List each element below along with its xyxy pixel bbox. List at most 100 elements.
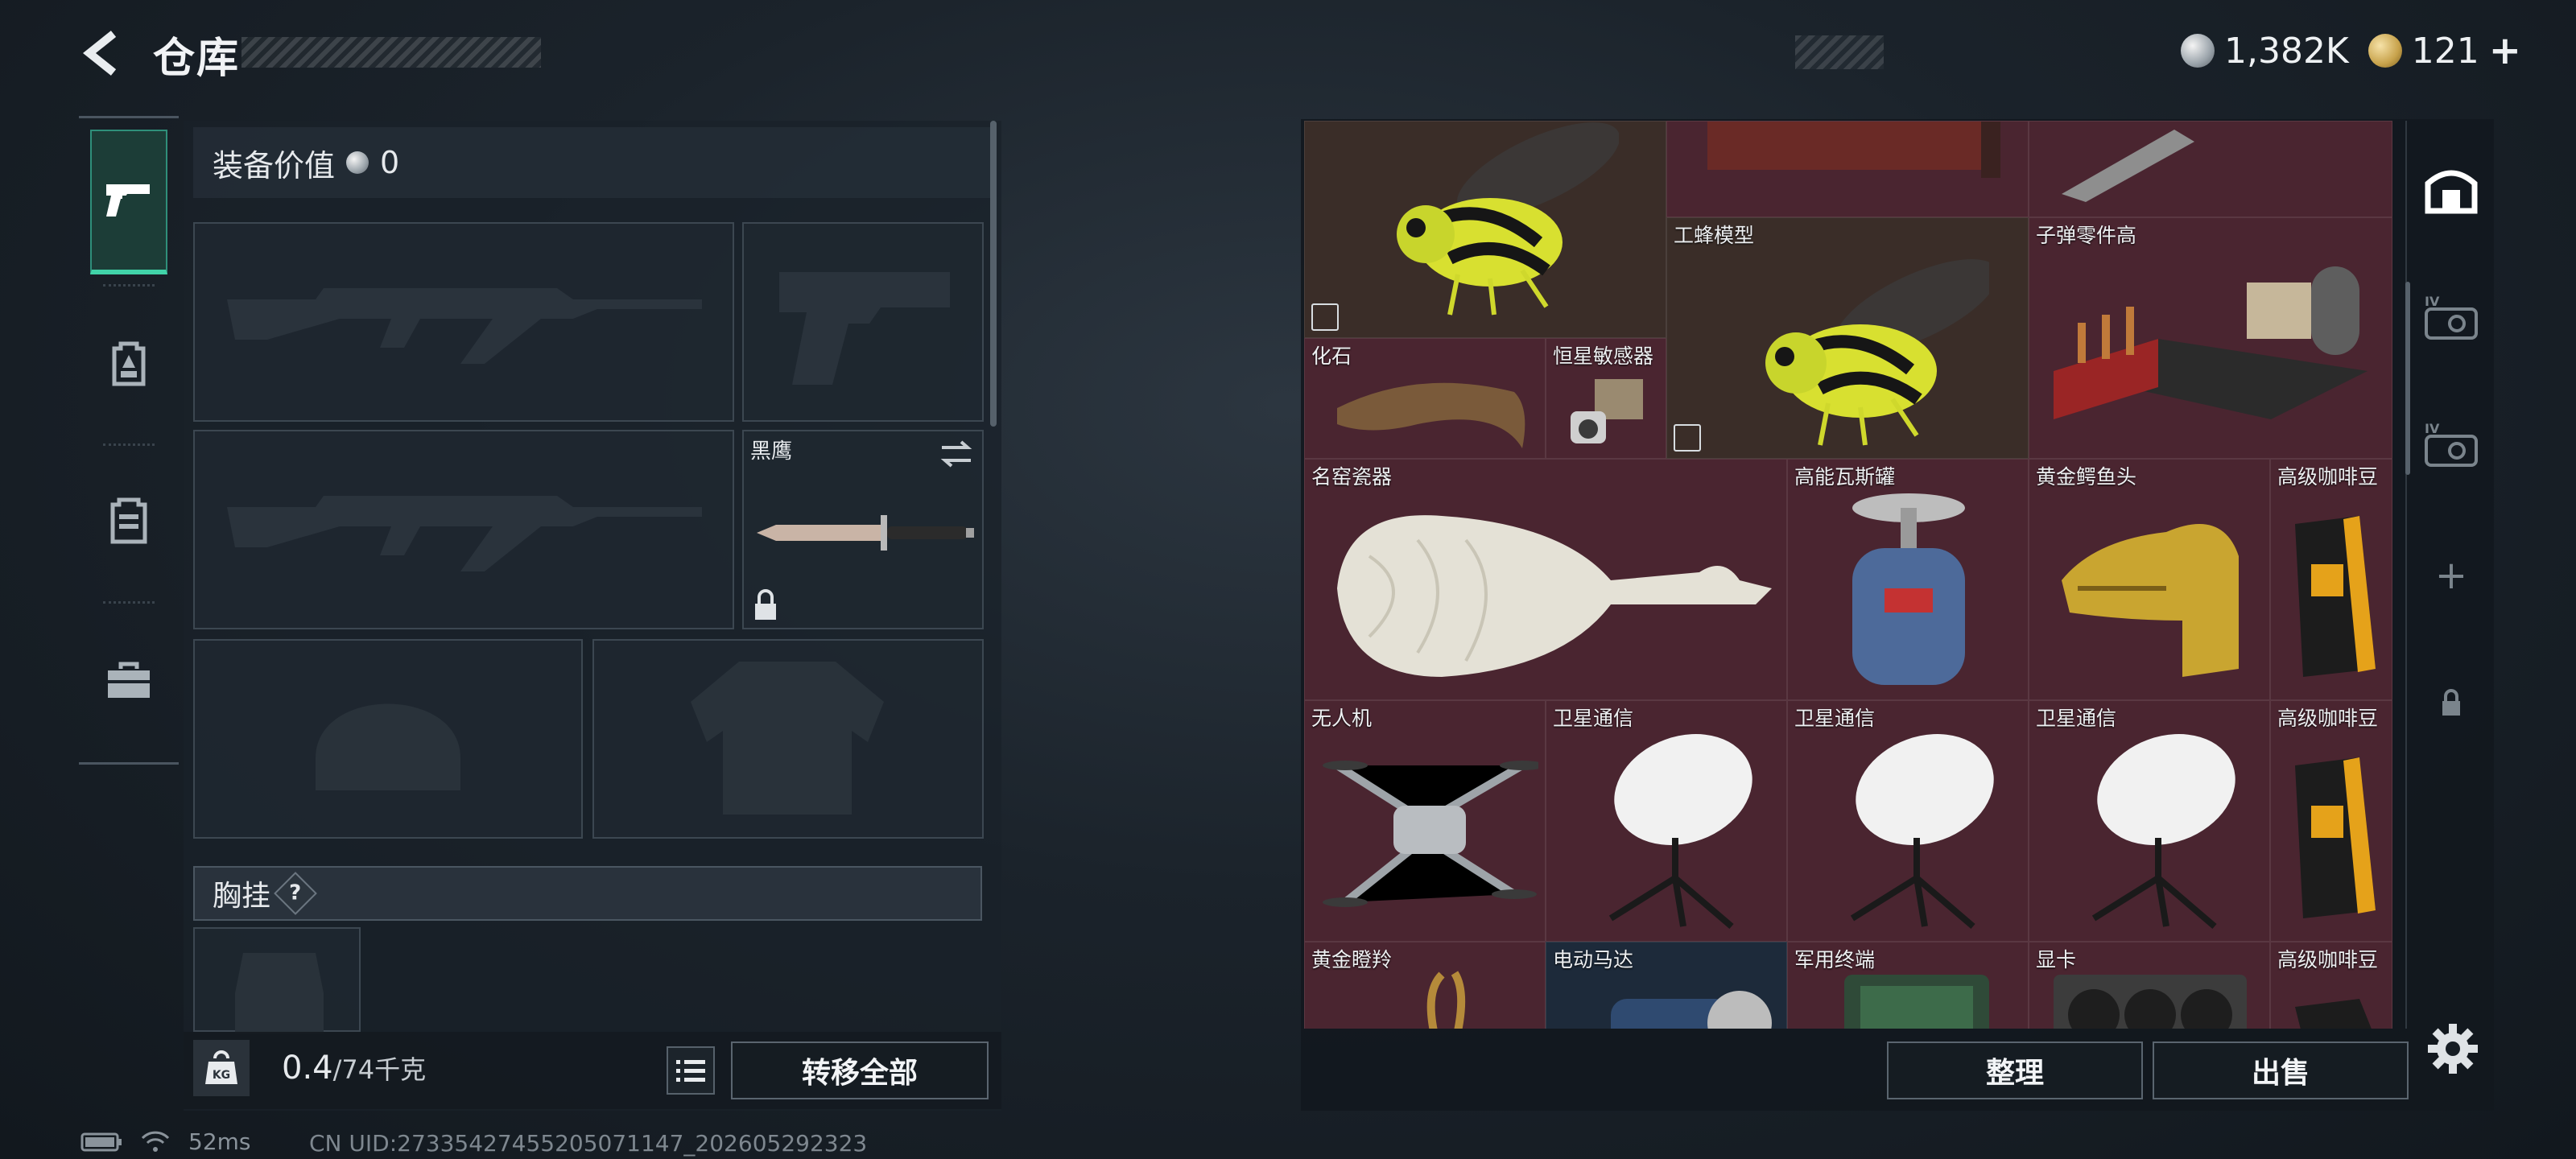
side-tab-case-2[interactable]: IV [2407,385,2496,505]
side-tab-add[interactable]: + [2407,515,2496,636]
rail-tab-toolbox[interactable] [90,608,167,753]
pistol-silhouette-icon [779,272,950,385]
list-view-button[interactable] [667,1046,715,1095]
discard-tag-icon [1674,424,1701,452]
melee-item-name: 黑鹰 [750,439,793,464]
storage-item-military-terminal[interactable]: 军用终端 [1787,942,2029,1029]
vest-icon [110,497,147,544]
item-label: 化石 [1311,344,1352,368]
safe-icon [2425,170,2478,214]
weight-max: /74千克 [332,1054,427,1085]
storage-item-gold-croc-head[interactable]: 黄金鳄鱼头 [2029,459,2270,700]
storage-item-gas-canister[interactable]: 高能瓦斯罐 [1787,459,2029,700]
armor-slot[interactable] [592,639,984,839]
rail-tab-backpack[interactable] [90,291,167,435]
gold-amount: 121 [2411,30,2479,72]
weight-readout: 0.4/74千克 [282,1050,426,1087]
pistol-icon [106,184,150,217]
currency-bar: 1,382K 121 + [2180,27,2521,74]
pistol-slot[interactable] [742,222,984,422]
storage-item-gold-gazelle[interactable]: 黄金瞪羚 [1304,942,1546,1029]
list-icon [676,1060,705,1082]
storage-item-coffee-beans-2[interactable]: 高级咖啡豆 [2270,700,2392,942]
storage-item-graphics-card[interactable]: 显卡 [2029,942,2270,1029]
chevron-left-icon [82,31,117,76]
storage-item-electric-motor[interactable]: 电动马达 [1546,942,1787,1029]
storage-scrollbar[interactable] [2405,282,2410,475]
storage-item-satcom-1[interactable]: 卫星通信 [1546,700,1787,942]
add-currency-button[interactable]: + [2489,28,2521,73]
rail-tab-weapons[interactable] [90,130,167,274]
item-label: 军用终端 [1794,948,1876,971]
currency-decoration [1795,35,1884,69]
chest-rig-slot[interactable] [193,927,361,1033]
item-label: 高级咖啡豆 [2277,948,2379,971]
rail-divider [103,284,155,287]
helmet-slot[interactable] [193,639,583,839]
storage-item-fossil[interactable]: 化石 [1304,338,1546,459]
tidy-button[interactable]: 整理 [1887,1041,2143,1099]
primary-weapon-slot-1[interactable] [193,222,734,422]
item-label: 显卡 [2036,948,2077,971]
item-label: 工蜂模型 [1674,224,1755,247]
item-label: 高级咖啡豆 [2277,707,2379,730]
coffee-bag-icon [2295,757,2376,918]
transfer-all-button[interactable]: 转移全部 [731,1041,989,1099]
item-label: 黄金鳄鱼头 [2036,465,2137,489]
wifi-icon [141,1131,170,1152]
back-button[interactable] [77,27,129,79]
storage-item-red-box[interactable] [1666,121,2029,217]
gold-gazelle-icon [1426,971,1466,1029]
primary-weapon-slot-2[interactable] [193,430,734,629]
storage-item-porcelain[interactable]: 名窑瓷器 [1304,459,1787,700]
storage-item-coffee-beans-3[interactable]: 高级咖啡豆 [2270,942,2392,1029]
gold-croc-head-icon [2062,524,2239,677]
item-label: 高能瓦斯罐 [1794,465,1896,489]
battery-icon [80,1132,122,1151]
user-uid: CN UID:2733542745520507114​7_20260529232… [309,1130,868,1157]
silver-coin-icon [346,151,369,174]
help-button[interactable]: ? [274,872,317,915]
gold-coin-icon [2368,34,2402,68]
storage-item-star-sensor[interactable]: 恒星敏感器 [1546,338,1666,459]
lock-icon [755,589,776,620]
rail-divider [103,601,155,604]
sensor-icon [1571,379,1643,443]
lock-icon [2442,689,2460,716]
storage-item-bee-top[interactable] [1304,121,1666,338]
sell-button[interactable]: 出售 [2153,1041,2409,1099]
weight-icon: KG [205,1050,237,1084]
motor-icon [1611,991,1772,1029]
page-title: 仓库 [153,35,241,83]
category-rail [79,116,179,765]
item-label: 电动马达 [1553,948,1634,971]
melee-slot[interactable]: 黑鹰 [742,430,984,629]
storage-item-ammo-parts[interactable]: 子弹零件高 [2029,217,2392,459]
storage-item-coffee-beans-1[interactable]: 高级咖啡豆 [2270,459,2392,700]
swap-icon[interactable] [939,439,974,468]
bullet-icon [2062,130,2194,202]
rail-divider [103,443,155,446]
chest-rig-label: 胸挂 [213,880,271,913]
item-label: 卫星通信 [1794,707,1876,730]
gold-currency: 121 + [2368,28,2521,73]
settings-button[interactable] [2426,1022,2479,1075]
tier-iv-case-icon: IV [2425,294,2478,340]
equipment-value: 0 [380,145,400,180]
side-tab-case-1[interactable]: IV [2407,258,2496,378]
tier-label: IV [2425,294,2440,309]
side-tab-locked[interactable] [2407,642,2496,763]
storage-item-worker-bee-model[interactable]: 工蜂模型 [1666,217,2029,459]
equipment-scrollbar[interactable] [990,121,997,427]
storage-item-satcom-2[interactable]: 卫星通信 [1787,700,2029,942]
storage-item-satcom-3[interactable]: 卫星通信 [2029,700,2270,942]
storage-item-drone[interactable]: 无人机 [1304,700,1546,942]
chest-rig-silhouette-icon [235,953,324,1033]
discard-tag-icon [1311,303,1339,331]
bee-icon [1765,259,1989,446]
item-label: 子弹零件高 [2036,224,2137,247]
side-tab-safe[interactable] [2407,129,2496,250]
storage-item-bullet[interactable] [2029,121,2392,217]
item-label: 卫星通信 [1553,707,1634,730]
rail-tab-vest[interactable] [90,448,167,593]
